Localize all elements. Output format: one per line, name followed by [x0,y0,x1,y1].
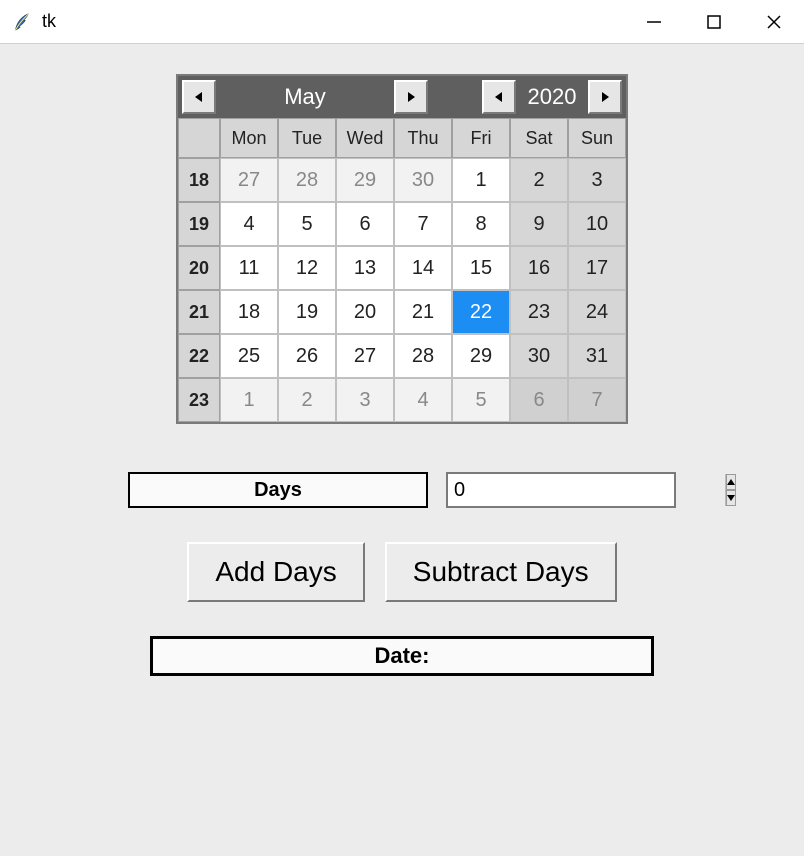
calendar-day[interactable]: 26 [278,334,336,378]
app-feather-icon [12,12,32,32]
triangle-right-icon [405,91,417,103]
calendar-day[interactable]: 23 [510,290,568,334]
days-label: Days [128,472,428,508]
triangle-right-icon [599,91,611,103]
window-minimize-button[interactable] [624,0,684,43]
calendar-day[interactable]: 1 [452,158,510,202]
calendar-day[interactable]: 28 [394,334,452,378]
calendar-day[interactable]: 6 [510,378,568,422]
day-header: Sun [568,118,626,158]
spinbox-arrows [725,474,736,506]
calendar-day[interactable]: 3 [568,158,626,202]
calendar-day[interactable]: 5 [278,202,336,246]
prev-year-button[interactable] [482,80,516,114]
calendar-day[interactable]: 27 [336,334,394,378]
maximize-icon [707,15,721,29]
calendar-day[interactable]: 2 [510,158,568,202]
calendar-day[interactable]: 29 [336,158,394,202]
calendar-day[interactable]: 13 [336,246,394,290]
calendar-day[interactable]: 11 [220,246,278,290]
subtract-days-button[interactable]: Subtract Days [385,542,617,602]
window-close-button[interactable] [744,0,804,43]
triangle-left-icon [493,91,505,103]
calendar-day[interactable]: 5 [452,378,510,422]
week-number: 20 [178,246,220,290]
minimize-icon [646,14,662,30]
calendar-day[interactable]: 31 [568,334,626,378]
window-title: tk [42,11,56,32]
day-header: Sat [510,118,568,158]
calendar-day[interactable]: 3 [336,378,394,422]
calendar-day[interactable]: 7 [394,202,452,246]
prev-month-button[interactable] [182,80,216,114]
close-icon [766,14,782,30]
calendar-day[interactable]: 14 [394,246,452,290]
week-number: 18 [178,158,220,202]
calendar-corner [178,118,220,158]
calendar-day[interactable]: 18 [220,290,278,334]
calendar-day[interactable]: 16 [510,246,568,290]
calendar-day[interactable]: 1 [220,378,278,422]
calendar-day[interactable]: 12 [278,246,336,290]
client-area: May 2020 MonTueWedThuFriSatSun1827282930… [0,44,804,856]
week-number: 21 [178,290,220,334]
calendar-day[interactable]: 4 [394,378,452,422]
calendar-day[interactable]: 28 [278,158,336,202]
calendar-day[interactable]: 27 [220,158,278,202]
day-header: Mon [220,118,278,158]
days-input[interactable] [448,474,725,506]
day-header: Wed [336,118,394,158]
calendar-day[interactable]: 24 [568,290,626,334]
month-label: May [218,84,392,110]
calendar-day[interactable]: 6 [336,202,394,246]
calendar-day[interactable]: 30 [394,158,452,202]
spin-down-button[interactable] [726,490,736,506]
calendar-day[interactable]: 25 [220,334,278,378]
add-days-button[interactable]: Add Days [187,542,364,602]
calendar-day[interactable]: 10 [568,202,626,246]
buttons-row: Add Days Subtract Days [187,542,616,602]
next-year-button[interactable] [588,80,622,114]
days-row: Days [128,472,676,508]
date-output: Date: [150,636,654,676]
triangle-left-icon [193,91,205,103]
calendar-day[interactable]: 7 [568,378,626,422]
day-header: Fri [452,118,510,158]
triangle-up-icon [727,479,735,485]
triangle-down-icon [727,495,735,501]
calendar-day[interactable]: 22 [452,290,510,334]
window-maximize-button[interactable] [684,0,744,43]
day-header: Tue [278,118,336,158]
days-spinbox[interactable] [446,472,676,508]
week-number: 19 [178,202,220,246]
calendar-day[interactable]: 29 [452,334,510,378]
calendar-day[interactable]: 20 [336,290,394,334]
calendar-day[interactable]: 8 [452,202,510,246]
day-header: Thu [394,118,452,158]
year-label: 2020 [518,84,586,110]
window-titlebar: tk [0,0,804,44]
next-month-button[interactable] [394,80,428,114]
spin-up-button[interactable] [726,474,736,490]
calendar-day[interactable]: 17 [568,246,626,290]
calendar-widget[interactable]: May 2020 MonTueWedThuFriSatSun1827282930… [176,74,628,424]
calendar-day[interactable]: 15 [452,246,510,290]
calendar-day[interactable]: 30 [510,334,568,378]
week-number: 22 [178,334,220,378]
calendar-grid: MonTueWedThuFriSatSun1827282930123194567… [178,118,626,422]
calendar-day[interactable]: 19 [278,290,336,334]
week-number: 23 [178,378,220,422]
calendar-day[interactable]: 9 [510,202,568,246]
calendar-header: May 2020 [178,76,626,118]
calendar-day[interactable]: 4 [220,202,278,246]
calendar-day[interactable]: 21 [394,290,452,334]
calendar-day[interactable]: 2 [278,378,336,422]
